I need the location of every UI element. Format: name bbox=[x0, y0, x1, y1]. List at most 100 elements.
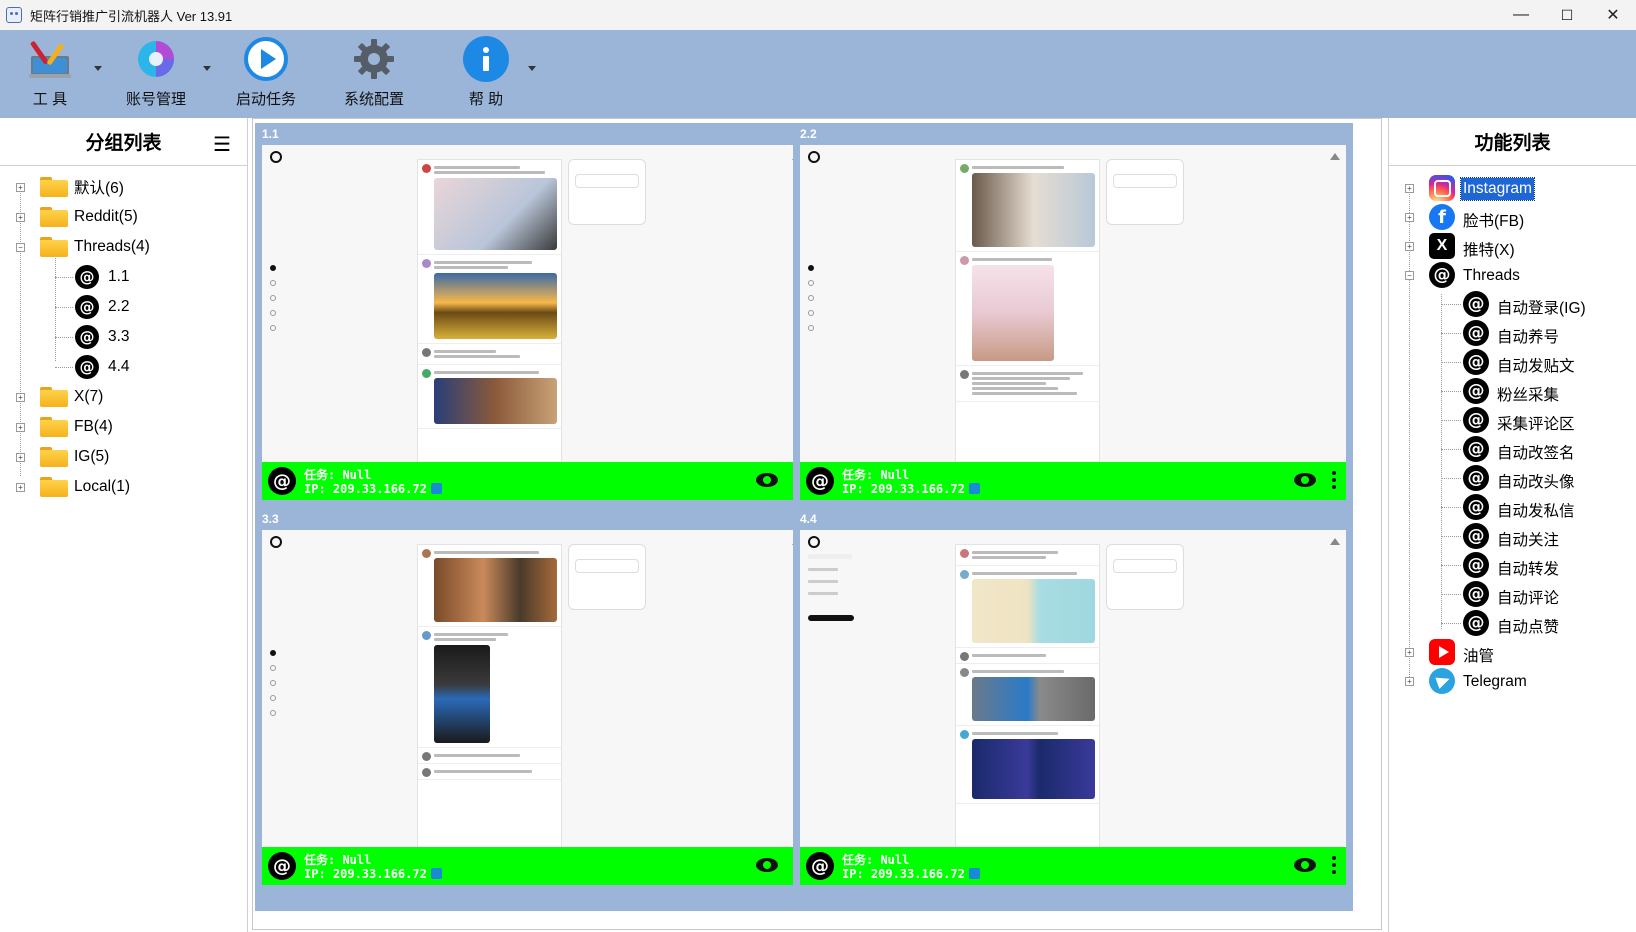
group-item-fb[interactable]: + FB(4) bbox=[0, 412, 247, 442]
function-item-auto-like[interactable]: @ 自动点赞 bbox=[1389, 609, 1636, 638]
tools-button[interactable]: 工 具 bbox=[24, 30, 102, 109]
instagram-icon bbox=[1429, 175, 1455, 201]
browser-screen[interactable] bbox=[262, 145, 808, 482]
function-item-auto-post[interactable]: @ 自动发贴文 bbox=[1389, 348, 1636, 377]
expand-icon[interactable]: + bbox=[1405, 184, 1414, 193]
tree-guide-line bbox=[1441, 623, 1461, 624]
info-icon bbox=[463, 36, 509, 82]
help-button[interactable]: 帮 助 bbox=[456, 30, 536, 109]
function-item-auto-follow[interactable]: @ 自动关注 bbox=[1389, 522, 1636, 551]
eye-icon[interactable] bbox=[756, 858, 778, 872]
ip-address-row: IP: 209.33.166.72 bbox=[304, 867, 442, 881]
maximize-button[interactable]: ☐ bbox=[1544, 0, 1590, 30]
task-status: 任务: Null bbox=[842, 468, 910, 482]
function-item-auto-dm[interactable]: @ 自动发私信 bbox=[1389, 493, 1636, 522]
scroll-up-arrow-icon[interactable] bbox=[1330, 538, 1340, 545]
collapse-icon[interactable]: − bbox=[16, 242, 25, 252]
platform-item-x[interactable]: + X 推特(X) bbox=[1389, 232, 1636, 261]
collapse-icon[interactable]: − bbox=[1405, 271, 1414, 280]
eye-icon[interactable] bbox=[756, 473, 778, 487]
account-item-2-2[interactable]: @ 2.2 bbox=[0, 292, 247, 322]
toolbox-icon bbox=[27, 36, 73, 82]
function-item-auto-repost[interactable]: @ 自动转发 bbox=[1389, 551, 1636, 580]
platform-item-threads[interactable]: − @ Threads bbox=[1389, 261, 1636, 290]
account-item-1-1[interactable]: @ 1.1 bbox=[0, 262, 247, 292]
function-item-account-nurturing[interactable]: @ 自动养号 bbox=[1389, 319, 1636, 348]
refresh-ip-icon[interactable] bbox=[968, 868, 980, 879]
browser-screen[interactable] bbox=[800, 530, 1346, 867]
platform-item-instagram[interactable]: + Instagram bbox=[1389, 174, 1636, 203]
help-dropdown-caret-icon[interactable] bbox=[528, 66, 536, 71]
accounts-dropdown-caret-icon[interactable] bbox=[203, 66, 211, 71]
group-list-header: 分组列表 ☰ bbox=[0, 118, 247, 166]
more-options-icon[interactable] bbox=[1332, 471, 1336, 491]
browser-cell-4-4[interactable]: 4.4 @ 任务: Null IP: 209.33.166.72 bbox=[793, 508, 1353, 911]
minimize-button[interactable]: — bbox=[1498, 0, 1544, 30]
close-button[interactable]: ✕ bbox=[1590, 0, 1636, 30]
tools-dropdown-caret-icon[interactable] bbox=[94, 66, 102, 71]
browser-cell-3-3[interactable]: 3.3 @ 任务: Null IP: 209.33.166.72 bbox=[255, 508, 815, 911]
group-item-ig[interactable]: + IG(5) bbox=[0, 442, 247, 472]
group-item-threads[interactable]: − Threads(4) bbox=[0, 232, 247, 262]
threads-logo-icon bbox=[270, 151, 282, 163]
group-list-panel: 分组列表 ☰ + 默认(6) + Reddit(5) − Threads(4) … bbox=[0, 118, 248, 932]
eye-icon[interactable] bbox=[1294, 858, 1316, 872]
expand-icon[interactable]: + bbox=[16, 422, 25, 432]
group-item-reddit[interactable]: + Reddit(5) bbox=[0, 202, 247, 232]
account-label: 3.3 bbox=[108, 328, 130, 345]
expand-icon[interactable]: + bbox=[16, 452, 25, 462]
expand-icon[interactable]: + bbox=[1405, 677, 1414, 686]
threads-nav-icons bbox=[270, 650, 278, 725]
platform-item-telegram[interactable]: + Telegram bbox=[1389, 667, 1636, 696]
eye-icon[interactable] bbox=[1294, 473, 1316, 487]
platform-item-youtube[interactable]: + 油管 bbox=[1389, 638, 1636, 667]
start-task-button[interactable]: 启动任务 bbox=[236, 30, 296, 109]
refresh-ip-icon[interactable] bbox=[968, 483, 980, 494]
hamburger-menu-icon[interactable]: ☰ bbox=[213, 132, 231, 157]
system-settings-button[interactable]: 系统配置 bbox=[344, 30, 404, 109]
group-label: FB(4) bbox=[74, 418, 113, 435]
browser-cell-2-2[interactable]: 2.2 @ 任务: Null IP: 209.33.166.72 bbox=[793, 123, 1353, 526]
function-item-auto-bio[interactable]: @ 自动改签名 bbox=[1389, 435, 1636, 464]
window-title: 矩阵行销推广引流机器人 Ver 13.91 bbox=[30, 8, 233, 24]
function-item-auto-avatar[interactable]: @ 自动改头像 bbox=[1389, 464, 1636, 493]
threads-icon: @ bbox=[806, 852, 834, 880]
help-label: 帮 助 bbox=[468, 91, 504, 108]
expand-icon[interactable]: + bbox=[16, 392, 25, 402]
more-options-icon[interactable] bbox=[1332, 856, 1336, 876]
refresh-ip-icon[interactable] bbox=[430, 483, 442, 494]
expand-icon[interactable]: + bbox=[1405, 648, 1414, 657]
group-item-local[interactable]: + Local(1) bbox=[0, 472, 247, 502]
expand-icon[interactable]: + bbox=[16, 482, 25, 492]
facebook-icon: f bbox=[1429, 204, 1455, 230]
refresh-ip-icon[interactable] bbox=[430, 868, 442, 879]
platform-item-facebook[interactable]: + f 脸书(FB) bbox=[1389, 203, 1636, 232]
account-management-button[interactable]: 账号管理 bbox=[126, 30, 211, 109]
threads-icon: @ bbox=[1463, 436, 1489, 462]
status-bar: @ 任务: Null IP: 209.33.166.72 bbox=[800, 847, 1346, 885]
tree-guide-line bbox=[1441, 478, 1461, 479]
group-item-default[interactable]: + 默认(6) bbox=[0, 172, 247, 202]
status-bar: @ 任务: Null IP: 209.33.166.72 bbox=[262, 462, 808, 500]
expand-icon[interactable]: + bbox=[16, 212, 25, 222]
function-item-comment-scrape[interactable]: @ 采集评论区 bbox=[1389, 406, 1636, 435]
browser-screen[interactable] bbox=[262, 530, 808, 867]
account-item-3-3[interactable]: @ 3.3 bbox=[0, 322, 247, 352]
account-item-4-4[interactable]: @ 4.4 bbox=[0, 352, 247, 382]
tools-label: 工 具 bbox=[32, 91, 68, 108]
expand-icon[interactable]: + bbox=[1405, 213, 1414, 222]
login-promo-card bbox=[568, 544, 646, 610]
group-item-x[interactable]: + X(7) bbox=[0, 382, 247, 412]
expand-icon[interactable]: + bbox=[16, 182, 25, 192]
scroll-up-arrow-icon[interactable] bbox=[1330, 153, 1340, 160]
expand-icon[interactable]: + bbox=[1405, 242, 1414, 251]
browser-cell-1-1[interactable]: 1.1 @ 任务: Null IP: 209.33.166.72 bbox=[255, 123, 815, 526]
function-item-auto-login[interactable]: @ 自动登录(IG) bbox=[1389, 290, 1636, 319]
browser-screen[interactable] bbox=[800, 145, 1346, 482]
ip-address: IP: 209.33.166.72 bbox=[842, 482, 965, 496]
group-label: X(7) bbox=[74, 388, 104, 405]
function-label: 自动评论 bbox=[1497, 590, 1560, 607]
function-item-follower-scrape[interactable]: @ 粉丝采集 bbox=[1389, 377, 1636, 406]
tree-guide-line bbox=[1441, 304, 1461, 305]
function-item-auto-comment[interactable]: @ 自动评论 bbox=[1389, 580, 1636, 609]
